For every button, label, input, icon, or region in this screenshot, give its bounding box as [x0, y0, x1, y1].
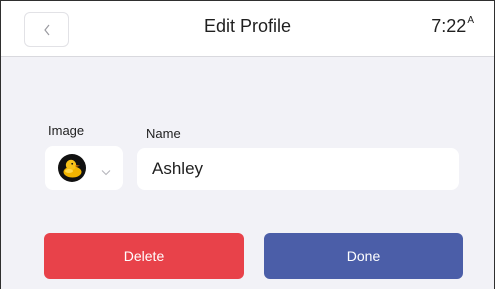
image-picker[interactable]: [45, 146, 123, 190]
clock-time: 7:22: [431, 16, 467, 36]
delete-button[interactable]: Delete: [44, 233, 244, 279]
rubber-duck-icon: [58, 154, 86, 182]
name-field[interactable]: [137, 148, 459, 190]
status-clock: 7:22A: [431, 15, 474, 37]
name-label: Name: [146, 126, 181, 141]
done-button[interactable]: Done: [264, 233, 463, 279]
top-bar: Edit Profile 7:22A: [1, 1, 494, 57]
page-title: Edit Profile: [203, 16, 292, 36]
chevron-down-icon: [101, 163, 111, 181]
clock-suffix: A: [467, 15, 474, 26]
image-label: Image: [48, 123, 85, 138]
app-window: Edit Profile 7:22A Image Name Delete Don…: [0, 0, 495, 289]
